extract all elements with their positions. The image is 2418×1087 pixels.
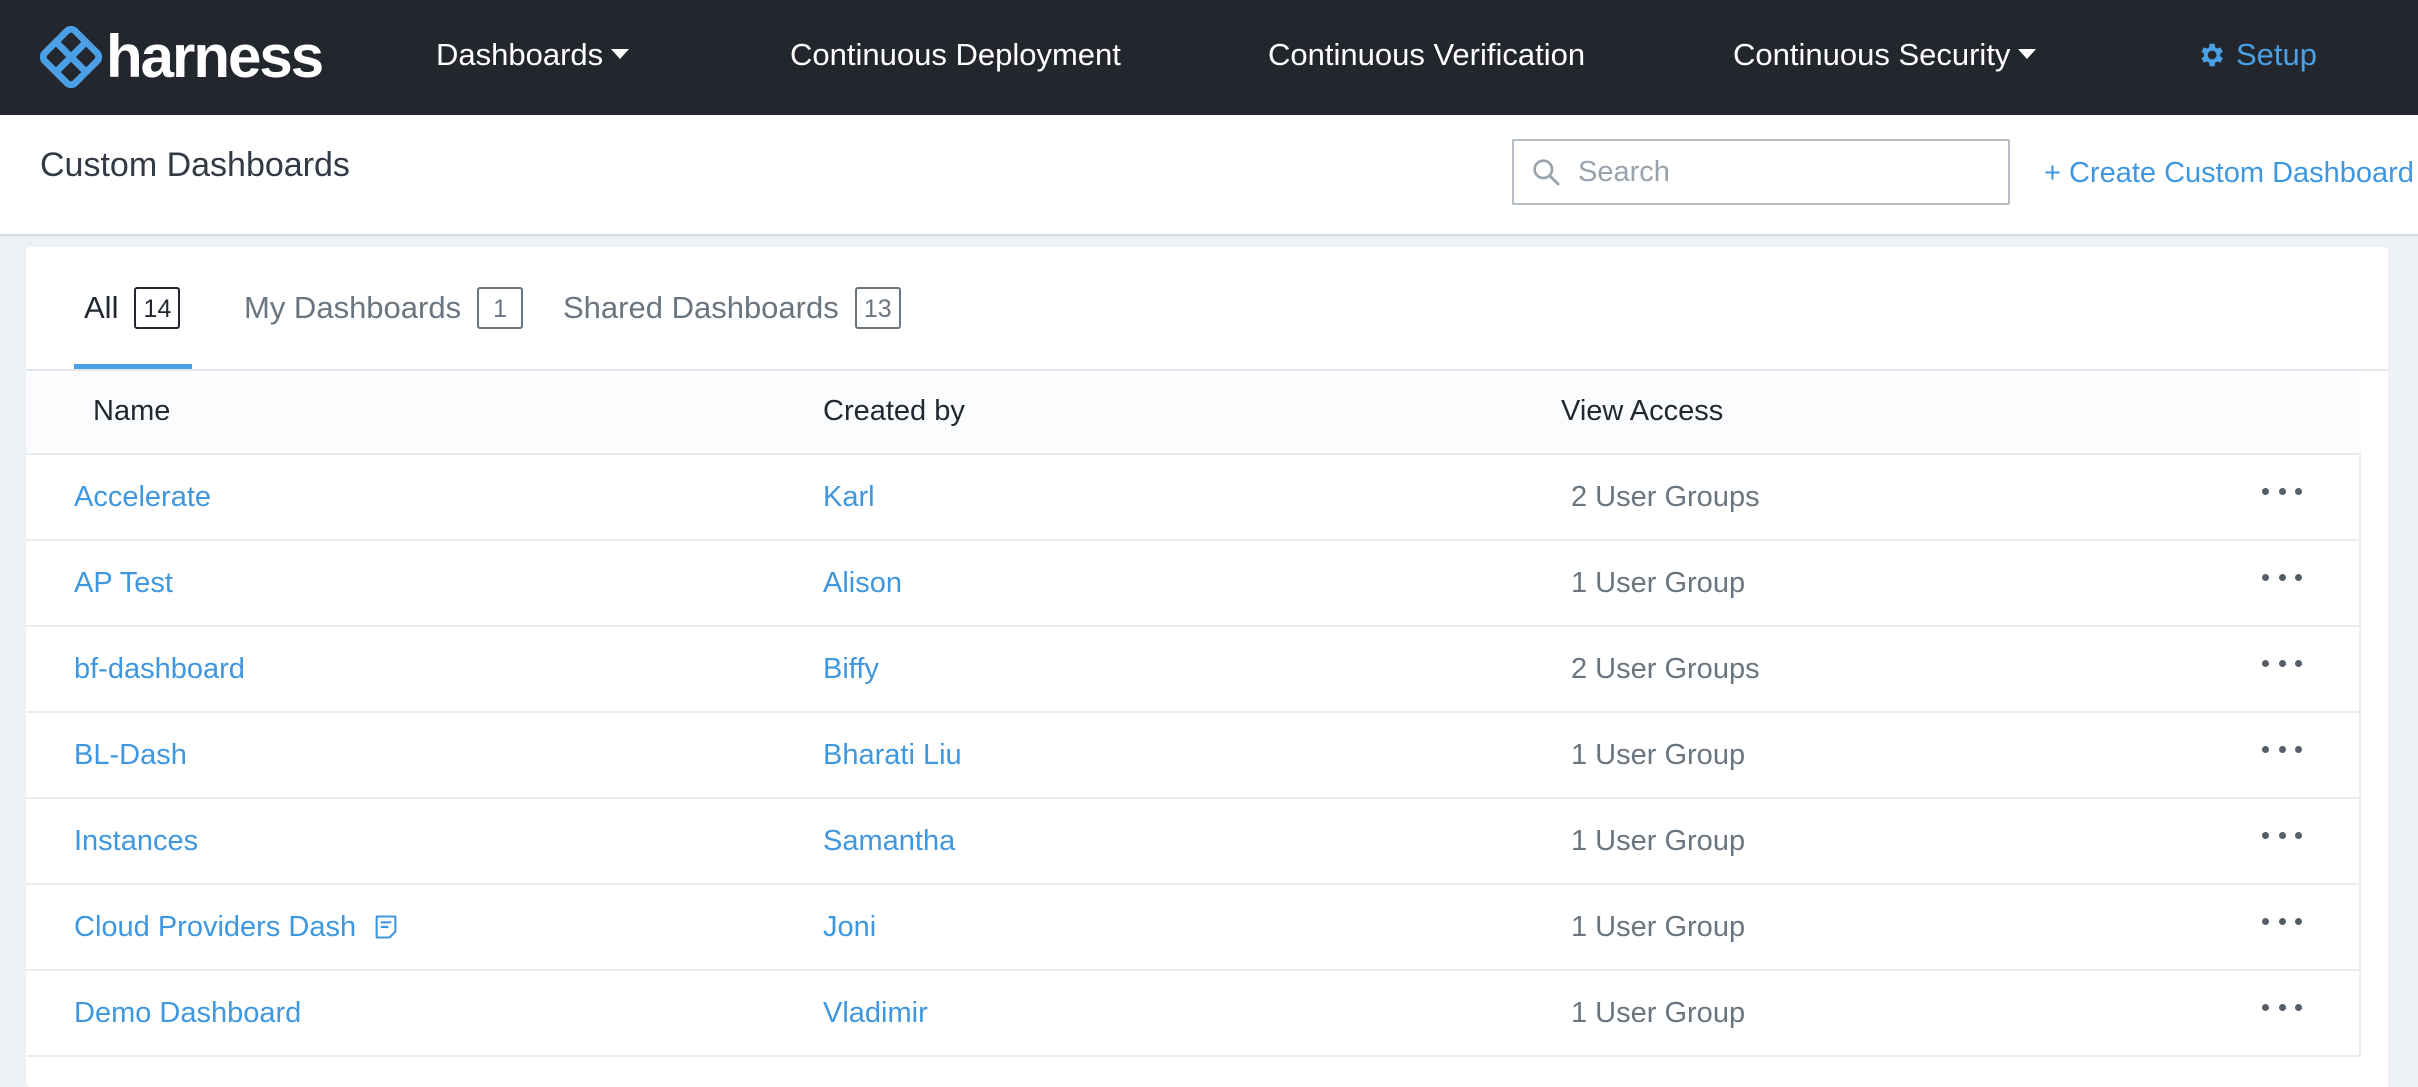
dashboard-name-link[interactable]: Cloud Providers Dash: [74, 907, 400, 947]
view-access-value: 1 User Group: [1571, 739, 1746, 771]
more-horizontal-icon[interactable]: [2262, 653, 2302, 673]
brand-name: harness: [106, 23, 324, 90]
dashboard-name-link[interactable]: Instances: [74, 821, 198, 861]
view-access-value: 1 User Group: [1571, 567, 1746, 599]
tab-shared-dashboards-label: Shared Dashboards: [563, 290, 839, 325]
more-horizontal-icon[interactable]: [2262, 997, 2302, 1017]
table-header: Name Created by View Access: [26, 371, 2361, 455]
dashboard-name: bf-dashboard: [74, 653, 245, 685]
tab-all-count-badge: 14: [134, 287, 181, 329]
search-icon: [1533, 159, 1560, 186]
dashboard-name: Cloud Providers Dash: [74, 911, 357, 943]
nav-continuous-deployment[interactable]: Continuous Deployment: [790, 35, 1121, 75]
more-horizontal-icon[interactable]: [2262, 481, 2302, 501]
more-horizontal-icon[interactable]: [2262, 739, 2302, 759]
table-row[interactable]: Demo Dashboard Vladimir 1 User Group: [26, 971, 2361, 1057]
created-by-link[interactable]: Biffy: [823, 649, 879, 689]
dashboard-name-link[interactable]: Accelerate: [74, 477, 211, 517]
dashboard-name: AP Test: [74, 567, 173, 599]
view-access-value: 2 User Groups: [1571, 653, 1760, 685]
more-horizontal-icon[interactable]: [2262, 825, 2302, 845]
tab-my-dashboards-count-badge: 1: [477, 287, 524, 329]
dashboards-table: Name Created by View Access Accelerate K…: [26, 371, 2361, 1057]
dashboard-name: Demo Dashboard: [74, 997, 302, 1029]
search-box[interactable]: [1512, 139, 2010, 205]
table-row[interactable]: BL-Dash Bharati Liu 1 User Group: [26, 713, 2361, 799]
column-header-name[interactable]: Name: [93, 391, 170, 431]
tab-shared-dashboards[interactable]: Shared Dashboards 13: [563, 247, 901, 369]
tab-all[interactable]: All 14: [84, 247, 181, 369]
gear-icon: [2201, 43, 2223, 67]
tab-all-label: All: [84, 290, 119, 325]
dashboard-tabs: All 14 My Dashboards 1 Shared Dashboards…: [26, 247, 2388, 371]
created-by-link[interactable]: Vladimir: [823, 993, 928, 1033]
table-row[interactable]: AP Test Alison 1 User Group: [26, 541, 2361, 627]
dashboard-name-link[interactable]: Demo Dashboard: [74, 993, 301, 1033]
top-navigation-bar: harness Dashboards Continuous Deployment…: [0, 0, 2418, 115]
dashboard-name: BL-Dash: [74, 739, 187, 771]
view-access-value: 1 User Group: [1571, 997, 1746, 1029]
nav-setup-label: Setup: [2236, 37, 2318, 72]
nav-continuous-verification-label: Continuous Verification: [1268, 37, 1586, 72]
chevron-down-icon: [2018, 48, 2037, 59]
nav-dashboards[interactable]: Dashboards: [436, 35, 630, 75]
created-by-link[interactable]: Bharati Liu: [823, 735, 962, 775]
table-row[interactable]: bf-dashboard Biffy 2 User Groups: [26, 627, 2361, 713]
table-row[interactable]: Accelerate Karl 2 User Groups: [26, 455, 2361, 541]
view-access-value: 2 User Groups: [1571, 481, 1760, 513]
chevron-down-icon: [611, 48, 630, 59]
note-icon[interactable]: [372, 913, 400, 941]
table-row[interactable]: Cloud Providers Dash Joni 1 User Group: [26, 885, 2361, 971]
more-horizontal-icon[interactable]: [2262, 911, 2302, 931]
table-row[interactable]: Instances Samantha 1 User Group: [26, 799, 2361, 885]
page-header: Custom Dashboards + Create Custom Dashbo…: [0, 115, 2418, 236]
search-input[interactable]: [1576, 154, 2000, 190]
dashboard-name: Accelerate: [74, 481, 212, 513]
dashboard-name-link[interactable]: AP Test: [74, 563, 173, 603]
harness-logo-icon: [40, 26, 102, 88]
tab-my-dashboards-label: My Dashboards: [244, 290, 462, 325]
more-horizontal-icon[interactable]: [2262, 567, 2302, 587]
tab-shared-dashboards-count-badge: 13: [854, 287, 901, 329]
nav-setup[interactable]: Setup: [2196, 35, 2317, 75]
created-by-link[interactable]: Joni: [823, 907, 876, 947]
view-access-value: 1 User Group: [1571, 825, 1746, 857]
table-scrollbar[interactable]: [2361, 371, 2388, 1087]
created-by-link[interactable]: Karl: [823, 477, 875, 517]
active-tab-indicator: [74, 364, 192, 369]
view-access-value: 1 User Group: [1571, 911, 1746, 943]
nav-continuous-verification[interactable]: Continuous Verification: [1268, 35, 1585, 75]
nav-continuous-deployment-label: Continuous Deployment: [790, 37, 1121, 72]
tab-my-dashboards[interactable]: My Dashboards 1: [244, 247, 524, 369]
column-header-view-access[interactable]: View Access: [1561, 391, 1723, 431]
dashboards-card: All 14 My Dashboards 1 Shared Dashboards…: [26, 247, 2388, 1087]
nav-dashboards-label: Dashboards: [436, 37, 604, 72]
created-by-link[interactable]: Samantha: [823, 821, 955, 861]
harness-logo[interactable]: harness: [40, 23, 324, 90]
dashboard-name-link[interactable]: bf-dashboard: [74, 649, 245, 689]
dashboard-name: Instances: [74, 825, 199, 857]
nav-continuous-security-label: Continuous Security: [1733, 37, 2011, 72]
created-by-link[interactable]: Alison: [823, 563, 902, 603]
page-title: Custom Dashboards: [40, 146, 350, 184]
create-custom-dashboard-button[interactable]: + Create Custom Dashboard: [2044, 153, 2414, 193]
dashboard-name-link[interactable]: BL-Dash: [74, 735, 187, 775]
nav-continuous-security[interactable]: Continuous Security: [1733, 35, 2037, 75]
column-header-created-by[interactable]: Created by: [823, 391, 965, 431]
